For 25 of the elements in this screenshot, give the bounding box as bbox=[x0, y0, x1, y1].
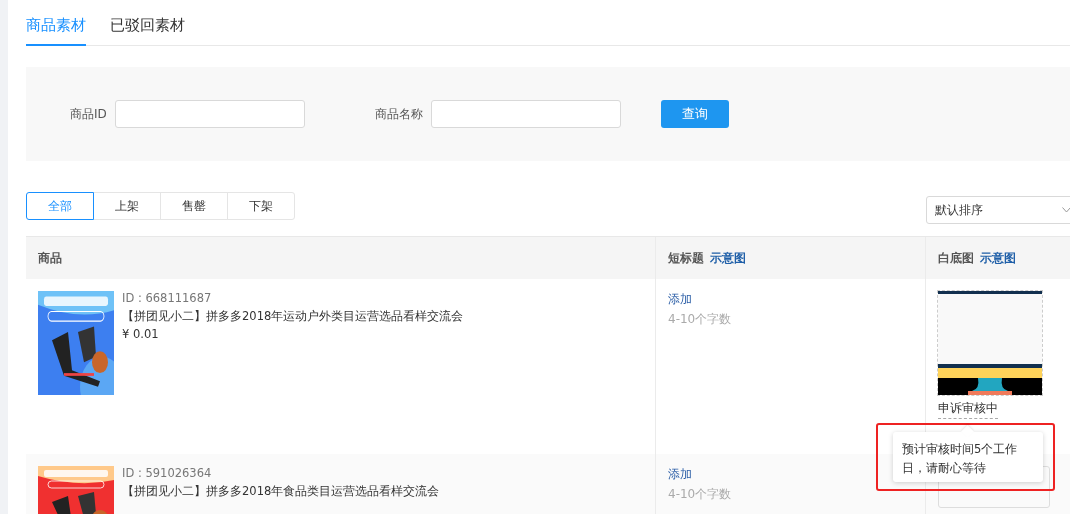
column-header: 商品 bbox=[38, 249, 62, 267]
hint-text: 4-10个字数 bbox=[668, 486, 733, 503]
tab[interactable]: 已驳回素材 bbox=[110, 0, 185, 47]
hint-text: 4-10个字数 bbox=[668, 311, 733, 328]
example-link[interactable]: 示意图 bbox=[980, 249, 1016, 267]
product-title: 【拼团见小二】拼多多2018年运动户外类目运营选品看样交流会 bbox=[122, 309, 464, 324]
product-id: ID : 591026364 bbox=[122, 466, 213, 481]
status-filter-button[interactable]: 下架 bbox=[227, 192, 295, 220]
product-price: ¥ 0.01 bbox=[122, 327, 160, 342]
status-filter-button[interactable]: 售罄 bbox=[160, 192, 228, 220]
status-filter-button[interactable]: 上架 bbox=[93, 192, 161, 220]
example-link[interactable]: 示意图 bbox=[710, 249, 746, 267]
add-link[interactable]: 添加 bbox=[668, 291, 913, 308]
product-id: ID : 668111687 bbox=[122, 291, 213, 306]
tooltip-text: 预计审核时间5个工作日，请耐心等待 bbox=[902, 441, 1019, 477]
column-header: 短标题 bbox=[668, 249, 704, 267]
input-field[interactable] bbox=[430, 100, 621, 129]
product-title: 【拼团见小二】拼多多2018年食品类目运营选品看样交流会 bbox=[122, 484, 440, 499]
field-label: 商品ID bbox=[70, 105, 107, 123]
caret-icon bbox=[1062, 207, 1070, 213]
field-label: 商品名称 bbox=[374, 105, 423, 123]
input-field[interactable] bbox=[114, 100, 305, 129]
status-text[interactable]: 申诉审核中 bbox=[938, 400, 998, 419]
sort-select[interactable]: 默认排序 bbox=[926, 196, 1070, 224]
column-header: 白底图 bbox=[938, 249, 974, 267]
